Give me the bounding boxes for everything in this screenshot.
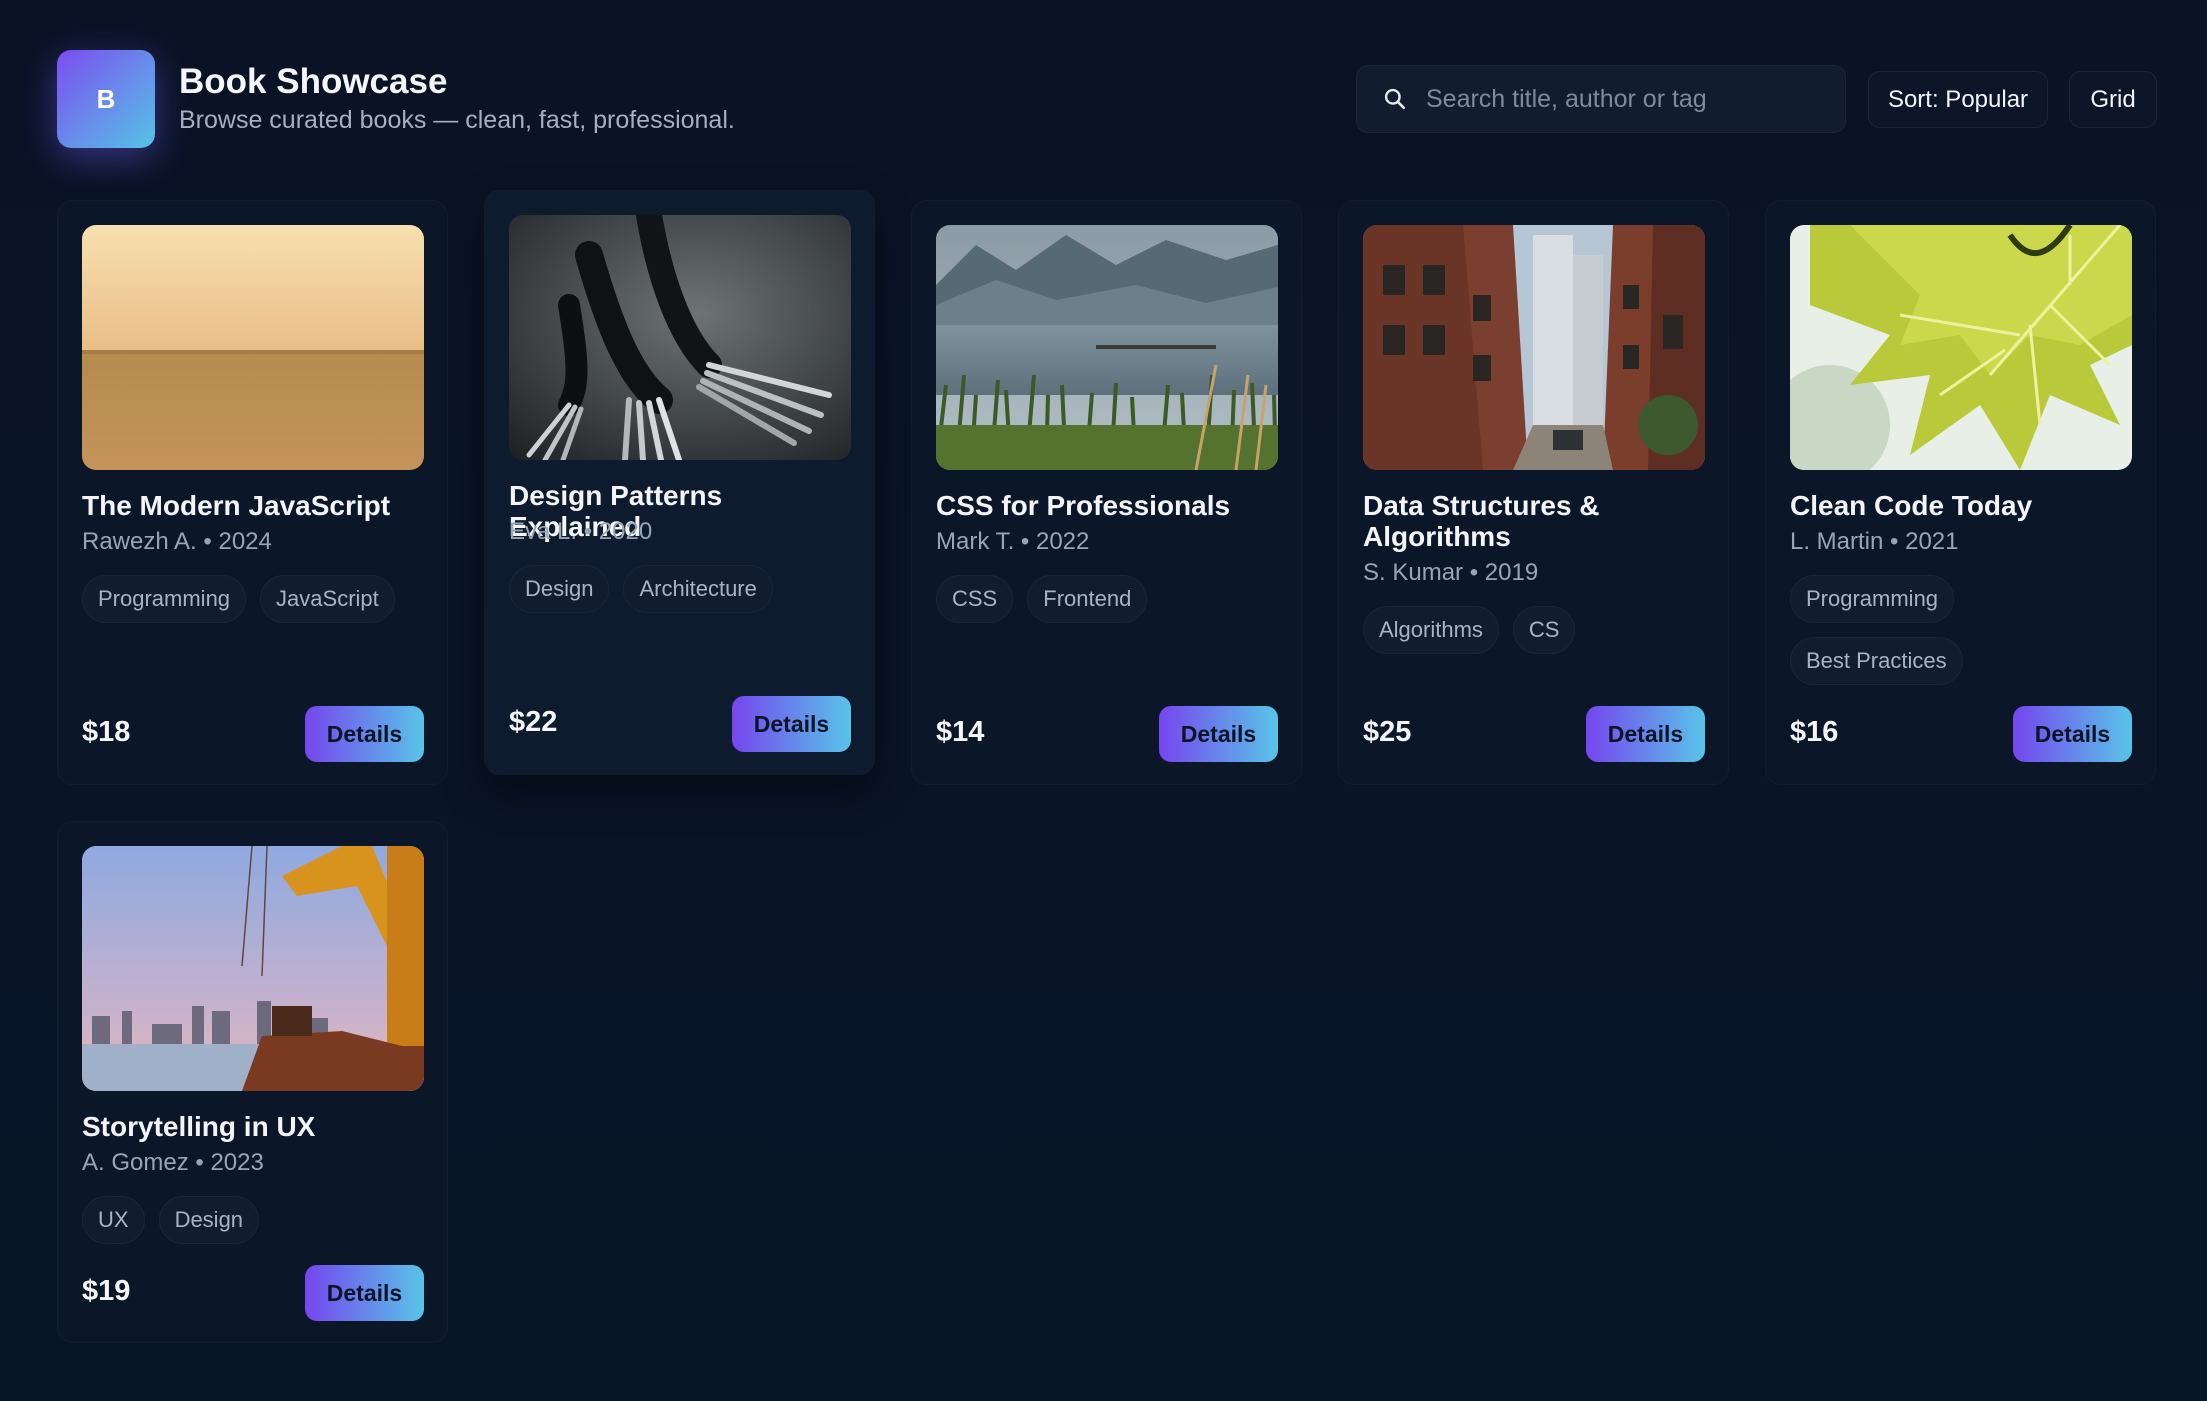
details-button[interactable]: Details: [732, 696, 851, 752]
book-cover: [509, 215, 851, 460]
search-box[interactable]: [1356, 65, 1846, 133]
tag[interactable]: Design: [509, 565, 610, 613]
tag[interactable]: Design: [158, 1196, 260, 1244]
book-card[interactable]: Storytelling in UX A. Gomez • 2023 UX De…: [57, 821, 448, 1343]
book-title[interactable]: Data Structures & Algorithms: [1363, 490, 1708, 552]
details-button[interactable]: Details: [305, 1265, 424, 1321]
tag[interactable]: Architecture: [623, 565, 773, 613]
details-button[interactable]: Details: [1159, 706, 1278, 762]
book-card[interactable]: CSS for Professionals Mark T. • 2022 CSS…: [911, 200, 1302, 785]
tag[interactable]: CSS: [936, 575, 1014, 623]
book-price: $25: [1363, 716, 1412, 748]
tag-list: Design Architecture: [509, 565, 854, 613]
page-title: Book Showcase: [179, 62, 448, 101]
book-title[interactable]: Clean Code Today: [1790, 490, 2135, 521]
logo-letter: B: [96, 83, 116, 114]
tag[interactable]: Programming: [1790, 575, 1955, 623]
book-cover: [82, 225, 424, 470]
tag-list: UX Design: [82, 1196, 427, 1244]
tag[interactable]: Frontend: [1027, 575, 1148, 623]
page-subtitle: Browse curated books — clean, fast, prof…: [179, 106, 735, 134]
book-price: $18: [82, 716, 131, 748]
tag[interactable]: JavaScript: [260, 575, 395, 623]
book-card[interactable]: The Modern JavaScript Rawezh A. • 2024 P…: [57, 200, 448, 785]
book-card[interactable]: Data Structures & Algorithms S. Kumar • …: [1338, 200, 1729, 785]
book-cover: [1363, 225, 1705, 470]
page-header: B Book Showcase Browse curated books — c…: [57, 50, 2157, 148]
search-icon: [1384, 88, 1405, 109]
book-cover: [936, 225, 1278, 470]
book-title[interactable]: Storytelling in UX: [82, 1111, 427, 1142]
grid-view-button[interactable]: Grid: [2069, 71, 2157, 128]
details-button[interactable]: Details: [1586, 706, 1705, 762]
tag[interactable]: Programming: [82, 575, 247, 623]
book-cover: [82, 846, 424, 1091]
search-input[interactable]: [1426, 84, 1826, 114]
tag-list: Programming Best Practices: [1790, 575, 2135, 685]
tag[interactable]: CS: [1512, 606, 1576, 654]
tag-list: Algorithms CS: [1363, 606, 1708, 654]
book-meta: S. Kumar • 2019: [1363, 559, 1539, 586]
book-title[interactable]: The Modern JavaScript: [82, 490, 427, 521]
book-meta: A. Gomez • 2023: [82, 1149, 264, 1176]
details-button[interactable]: Details: [2013, 706, 2132, 762]
book-meta: Mark T. • 2022: [936, 528, 1090, 555]
book-card[interactable]: Design Patterns Explained Eva L. • 2020 …: [484, 190, 875, 775]
book-price: $14: [936, 716, 985, 748]
book-price: $16: [1790, 716, 1839, 748]
app-logo: B: [57, 50, 155, 148]
book-cover: [1790, 225, 2132, 470]
tag[interactable]: Best Practices: [1790, 637, 1963, 685]
details-button[interactable]: Details: [305, 706, 424, 762]
book-card[interactable]: Clean Code Today L. Martin • 2021 Progra…: [1765, 200, 2156, 785]
tag-list: CSS Frontend: [936, 575, 1281, 623]
tag[interactable]: Algorithms: [1363, 606, 1499, 654]
book-price: $19: [82, 1275, 131, 1307]
book-meta: Rawezh A. • 2024: [82, 528, 272, 555]
book-meta: Eva L. • 2020: [509, 518, 653, 545]
tag[interactable]: UX: [82, 1196, 145, 1244]
book-meta: L. Martin • 2021: [1790, 528, 1959, 555]
book-price: $22: [509, 706, 558, 738]
book-title[interactable]: CSS for Professionals: [936, 490, 1281, 521]
sort-button[interactable]: Sort: Popular: [1868, 71, 2048, 128]
tag-list: Programming JavaScript: [82, 575, 427, 623]
